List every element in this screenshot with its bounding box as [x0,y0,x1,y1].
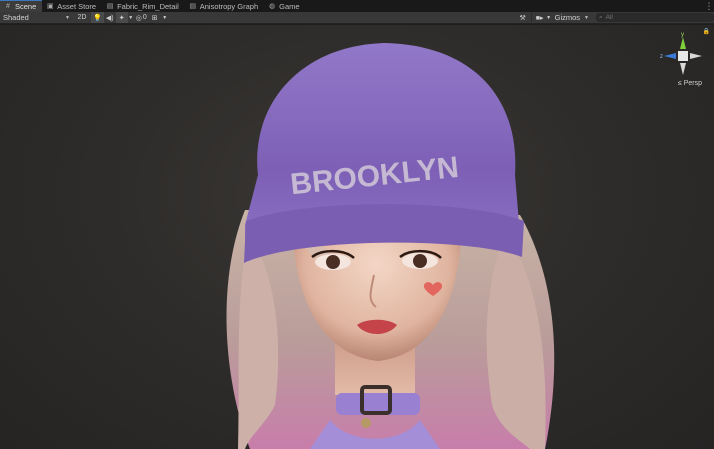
tab-game[interactable]: ◍ Game [264,0,305,12]
svg-text:y: y [681,32,684,38]
tab-scene[interactable]: # Scene [0,0,43,12]
hidden-count: 0 [142,14,147,21]
editor-tab-bar: # Scene ▣ Asset Store ▤ Fabric_Rim_Detai… [0,0,714,12]
lightbulb-icon: 💡 [93,14,102,22]
search-icon: ⌕ [599,13,603,21]
scene-toolbar: Shaded ▼ 2D 💡 ◀) ✦ ▼ ◎ 0 ⊞ ▼ ⚒ ■▸ ▼ Gizm… [0,12,714,24]
scene-viewport[interactable]: BROOKLYN y z ≤ Persp 🔒 [0,25,714,449]
choker-ring [361,418,371,428]
svg-text:z: z [660,54,663,60]
draw-mode-value: Shaded [3,13,29,22]
document-icon: ▤ [106,3,114,10]
eye-slash-icon: ◎ [135,14,142,22]
lock-icon[interactable]: 🔒 [703,28,710,35]
tab-fabric-rim-detail[interactable]: ▤ Fabric_Rim_Detail [102,0,185,12]
grid-view-icon: ⊞ [151,14,158,22]
draw-mode-dropdown[interactable]: Shaded ▼ [0,12,73,23]
document-icon: ▤ [189,3,197,10]
gamepad-icon: ◍ [269,3,276,10]
gizmos-label: Gizmos [554,13,581,22]
chevron-down-icon: ▼ [65,14,70,21]
character-render: BROOKLYN [226,43,555,449]
camera-chevron-down-icon[interactable]: ▼ [161,12,169,23]
tab-label: Game [279,1,300,11]
scene-visibility-toggle[interactable]: ◎ 0 [134,12,149,23]
store-icon: ▣ [46,3,54,10]
iris-right [413,254,427,268]
persp-icon: ≤ [677,80,682,87]
effects-icon: ✦ [118,14,125,22]
lighting-toggle[interactable]: 💡 [91,12,104,23]
toggle-2d-label: 2D [77,14,87,21]
grid-icon: # [6,3,10,10]
toggle-2d-button[interactable]: 2D [73,12,91,23]
tab-label: Anisotropy Graph [199,1,259,11]
tab-label: Scene [15,2,37,11]
hierarchy-search-field[interactable]: ⌕ All [596,13,714,22]
tab-anisotropy-graph[interactable]: ▤ Anisotropy Graph [185,0,264,12]
camera-icon[interactable]: ■▸ [534,12,546,23]
projection-label: Persp [683,80,702,87]
audio-toggle[interactable]: ◀) [104,12,116,23]
speaker-icon: ◀) [105,14,114,22]
tab-label: Fabric_Rim_Detail [117,1,179,11]
projection-toggle[interactable]: ≤ Persp [678,80,702,87]
camera-settings-button[interactable]: ⊞ [149,12,161,23]
chevron-down-icon: ▼ [584,14,589,21]
search-value: All [605,14,613,21]
tools-icon[interactable]: ⚒ [517,12,529,23]
tab-label: Asset Store [57,1,97,11]
gizmos-dropdown[interactable]: Gizmos ▼ [552,12,592,23]
more-menu-icon[interactable]: ⋮ [704,0,714,12]
tab-asset-store[interactable]: ▣ Asset Store [42,0,102,12]
iris-left [326,255,340,269]
effects-dropdown[interactable]: ✦ [115,12,128,23]
